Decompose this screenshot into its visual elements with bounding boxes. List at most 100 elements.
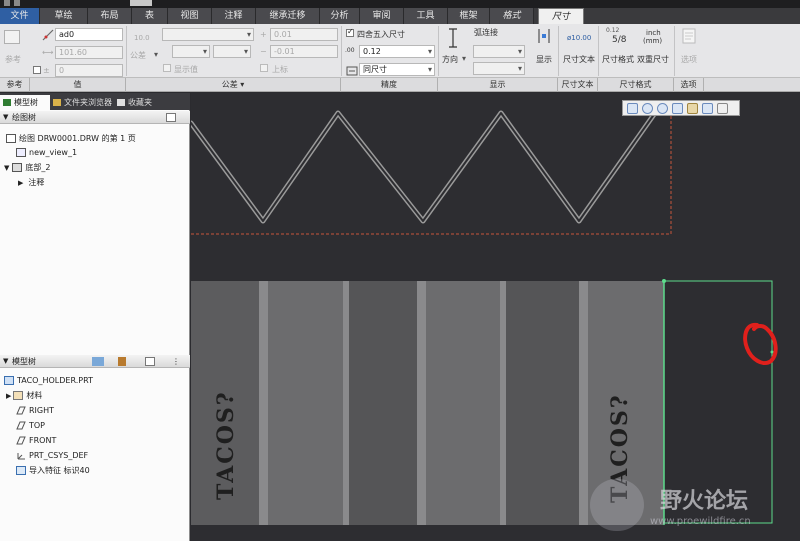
display-style-dropdown[interactable] xyxy=(473,62,525,75)
tree-settings-icon[interactable] xyxy=(166,113,176,122)
repaint-icon[interactable] xyxy=(672,103,683,114)
reference-icon[interactable] xyxy=(4,30,20,44)
dimension-format-button[interactable]: 尺寸格式 xyxy=(602,54,634,65)
show-label[interactable]: 显示 xyxy=(536,54,552,65)
lower-tolerance-field[interactable]: -0.01 xyxy=(270,45,338,58)
tree-item-top-plane[interactable]: TOP xyxy=(16,420,45,431)
model-tree-header[interactable]: ▼ 模型树 ⋮ xyxy=(0,355,190,368)
fraction-preview-top: 0.12 xyxy=(606,27,620,34)
ribbon-group-labels: 参考 值 公差 ▾ 精度 显示 尺寸文本 尺寸格式 选项 xyxy=(0,78,800,92)
superscript-label: 上标 xyxy=(272,65,288,74)
tree-item-import-feature[interactable]: 导入特征 标识40 xyxy=(16,465,90,476)
tolerance-table-dropdown[interactable] xyxy=(162,28,254,41)
value-icon: ⟷ xyxy=(42,48,54,57)
tab-frame[interactable]: 框架 xyxy=(448,8,490,24)
tree-item-material[interactable]: ▶ 材料 xyxy=(6,390,42,402)
show-icon[interactable] xyxy=(537,27,551,45)
direction-dropdown[interactable]: 方向 xyxy=(442,54,468,65)
tab-analysis[interactable]: 分析 xyxy=(320,8,360,24)
zigzag-profile xyxy=(191,110,658,224)
drawing-tree-header[interactable]: ▼ 绘图树 xyxy=(0,111,190,124)
tab-legacy-migration[interactable]: 继承迁移 xyxy=(256,8,320,24)
tree-item-annotations[interactable]: ▶ 注释 xyxy=(18,177,44,189)
superscript-checkbox[interactable] xyxy=(260,64,268,72)
dual-dimension-button[interactable]: 双重尺寸 xyxy=(637,54,669,65)
quick-access-icon[interactable] xyxy=(130,0,152,6)
datum-display-icon[interactable] xyxy=(717,103,728,114)
decimal-places-dropdown[interactable]: 0.12 xyxy=(359,45,435,58)
tab-folder-browser[interactable]: 文件夹浏览器 xyxy=(50,95,112,110)
tab-format[interactable]: 格式 xyxy=(490,8,534,24)
expand-arrow-icon[interactable]: ▶ xyxy=(18,179,23,187)
refit-icon[interactable] xyxy=(627,103,638,114)
units-dropdown[interactable]: 同尺寸 xyxy=(359,63,435,76)
options-button[interactable]: 选项 xyxy=(681,54,697,65)
tree-item-bottom[interactable]: ▼ 底部_2 xyxy=(4,162,50,174)
more-icon[interactable]: ⋮ xyxy=(172,355,180,368)
tab-layout[interactable]: 布局 xyxy=(88,8,132,24)
group-label-tolerance[interactable]: 公差 ▾ xyxy=(126,78,341,92)
tab-model-tree[interactable]: 模型树 xyxy=(0,95,50,110)
tolerance-dropdown[interactable]: 公差 xyxy=(130,50,160,61)
direction-icon[interactable] xyxy=(448,28,458,48)
arc-connect-label: 弧连接 xyxy=(474,28,498,37)
favorites-icon xyxy=(117,99,125,106)
show-icon[interactable] xyxy=(92,357,104,366)
tree-settings-icon[interactable] xyxy=(145,357,155,366)
dimension-value-field[interactable]: 101.60 xyxy=(55,46,123,59)
dimension-text-preview[interactable]: ø10.00 xyxy=(567,34,591,42)
quick-access-icon[interactable] xyxy=(14,0,20,6)
decimals-icon: .00 xyxy=(345,47,355,54)
show-value-checkbox[interactable] xyxy=(163,64,171,72)
tab-favorites[interactable]: 收藏夹 xyxy=(114,95,162,110)
separator xyxy=(341,26,342,76)
tree-item-front-plane[interactable]: FRONT xyxy=(16,435,56,446)
dimension-name-field[interactable]: ad0 xyxy=(55,28,123,41)
panel-divider xyxy=(343,281,349,525)
separator xyxy=(598,26,599,76)
tolerance-value-field[interactable]: 0 xyxy=(55,64,123,77)
tree-item-drawing-sheet[interactable]: 绘图 DRW0001.DRW 的第 1 页 xyxy=(6,133,136,144)
tolerance-class-dropdown[interactable] xyxy=(172,45,210,58)
tree-item-part[interactable]: TACO_HOLDER.PRT xyxy=(4,375,93,386)
graphics-canvas[interactable]: TACOS? TACOS? xyxy=(191,93,800,541)
tab-annotate[interactable]: 注释 xyxy=(212,8,256,24)
tolerance-display-icon[interactable]: 10.0 xyxy=(134,34,150,42)
collapse-arrow-icon[interactable]: ▼ xyxy=(3,111,8,124)
tree-item-csys[interactable]: PRT_CSYS_DEF xyxy=(16,450,88,461)
override-checkbox[interactable] xyxy=(33,66,41,74)
expand-arrow-icon[interactable]: ▼ xyxy=(4,164,9,172)
tab-sketch[interactable]: 草绘 xyxy=(40,8,88,24)
fraction-preview[interactable]: 5/8 xyxy=(612,35,626,45)
ribbon: 参考 ad0 ⟷ 101.60 ± 0 10.0 公差 显示值 + 0.01 −… xyxy=(0,24,800,78)
upper-tolerance-field[interactable]: 0.01 xyxy=(270,28,338,41)
dimension-text-button[interactable]: 尺寸文本 xyxy=(563,54,595,65)
quick-access-icon[interactable] xyxy=(4,0,10,6)
collapse-arrow-icon[interactable]: ▼ xyxy=(3,355,8,368)
zoom-out-icon[interactable] xyxy=(657,103,668,114)
tree-item-right-plane[interactable]: RIGHT xyxy=(16,405,54,416)
round-dimension-checkbox[interactable] xyxy=(346,27,354,37)
zigzag-profile-inner xyxy=(191,112,656,222)
panel-divider xyxy=(500,281,506,525)
tolerance-grade-dropdown[interactable] xyxy=(213,45,251,58)
import-feature-icon xyxy=(16,466,26,475)
tab-tools[interactable]: 工具 xyxy=(404,8,448,24)
drawing-svg xyxy=(191,101,778,525)
tab-review[interactable]: 审阅 xyxy=(360,8,404,24)
panel xyxy=(349,281,417,525)
expand-arrow-icon[interactable]: ▶ xyxy=(6,392,11,400)
zoom-in-icon[interactable] xyxy=(642,103,653,114)
group-label-dim-text: 尺寸文本 xyxy=(558,78,598,92)
tab-table[interactable]: 表 xyxy=(132,8,168,24)
saved-views-icon[interactable] xyxy=(702,103,713,114)
options-icon[interactable] xyxy=(682,28,696,44)
tab-dimension[interactable]: 尺寸 xyxy=(538,8,584,24)
tab-file[interactable]: 文件 xyxy=(0,8,40,24)
tools-icon[interactable] xyxy=(118,357,126,366)
tab-view[interactable]: 视图 xyxy=(168,8,212,24)
tree-item-label: TACO_HOLDER.PRT xyxy=(17,376,93,385)
arc-connect-dropdown[interactable] xyxy=(473,45,525,58)
display-style-icon[interactable] xyxy=(687,103,698,114)
tree-item-view[interactable]: new_view_1 xyxy=(16,147,77,158)
